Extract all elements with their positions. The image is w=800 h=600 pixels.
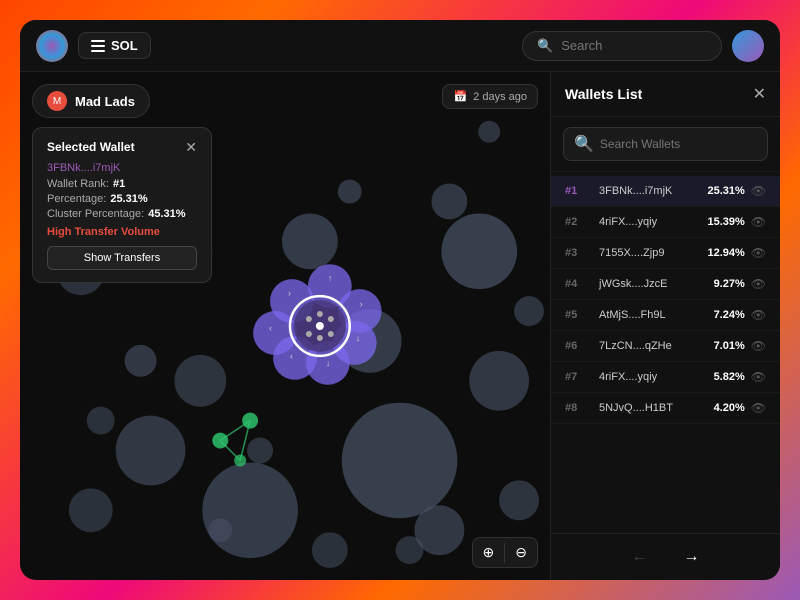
wallet-rank: #4: [565, 278, 593, 290]
wallet-rank: #7: [565, 371, 593, 383]
wallet-percentage: 4.20%: [703, 402, 745, 414]
wallet-search-bar[interactable]: 🔍: [563, 127, 768, 161]
svg-text:›: ›: [288, 288, 291, 298]
prev-page-button[interactable]: ←: [624, 544, 656, 570]
wallet-address: 5NJvQ....H1BT: [593, 402, 703, 414]
panel-pagination: ← →: [551, 533, 780, 580]
eye-icon[interactable]: 👁: [751, 339, 766, 353]
app-container: SOL 🔍 M Mad Lads 📅 2 days ago: [20, 20, 780, 580]
panel-search-area: 🔍: [551, 117, 780, 172]
wallet-list-item[interactable]: #1 3FBNk....i7mjK 25.31% 👁: [551, 176, 780, 207]
wallet-percentage: 7.24%: [703, 309, 745, 321]
wallet-address: 4riFX....yqiy: [593, 216, 703, 228]
wallet-percentage: 9.27%: [703, 278, 745, 290]
wallet-address: 3FBNk....i7mjK: [593, 185, 703, 197]
zoom-in-button[interactable]: ⊕: [473, 538, 505, 567]
eye-icon[interactable]: 👁: [751, 401, 766, 415]
panel-header: Wallets List ✕: [551, 72, 780, 117]
eye-icon[interactable]: 👁: [751, 184, 766, 198]
global-search-bar[interactable]: 🔍: [522, 31, 722, 61]
wallet-list-item[interactable]: #8 5NJvQ....H1BT 4.20% 👁: [551, 393, 780, 424]
rank-value: #1: [113, 178, 125, 190]
main-area: M Mad Lads 📅 2 days ago Selected Wallet …: [20, 72, 780, 580]
wallet-address: 7155X....Zjp9: [593, 247, 703, 259]
wallet-address: 4riFX....yqiy: [593, 371, 703, 383]
collection-icon: M: [47, 91, 67, 111]
avatar[interactable]: [732, 30, 764, 62]
eye-icon[interactable]: 👁: [751, 370, 766, 384]
header-right: 🔍: [522, 30, 764, 62]
cluster-value: 45.31%: [148, 208, 185, 220]
wallet-rank: #2: [565, 216, 593, 228]
wallet-rank: #1: [565, 185, 593, 197]
wallets-panel: Wallets List ✕ 🔍 #1 3FBNk....i7mjK 25.31…: [550, 72, 780, 580]
wallet-percentage: 7.01%: [703, 340, 745, 352]
wallet-search-input[interactable]: [600, 137, 757, 151]
svg-text:›: ›: [360, 299, 363, 309]
show-transfers-button[interactable]: Show Transfers: [47, 246, 197, 270]
svg-text:‹: ‹: [290, 351, 293, 361]
svg-text:↑: ↑: [328, 273, 332, 283]
next-page-button[interactable]: →: [676, 544, 708, 570]
wallet-address: AtMjS....Fh9L: [593, 309, 703, 321]
wallet-percentage: 12.94%: [703, 247, 745, 259]
svg-text:↓: ↓: [326, 358, 330, 368]
high-transfer-label: High Transfer Volume: [47, 226, 197, 238]
canvas-area: M Mad Lads 📅 2 days ago Selected Wallet …: [20, 72, 550, 580]
time-label: 2 days ago: [473, 91, 527, 103]
wallet-list-item[interactable]: #7 4riFX....yqiy 5.82% 👁: [551, 362, 780, 393]
popup-rank-row: Wallet Rank: #1: [47, 178, 197, 190]
panel-title: Wallets List: [565, 86, 642, 102]
eye-icon[interactable]: 👁: [751, 277, 766, 291]
eye-icon[interactable]: 👁: [751, 246, 766, 260]
popup-title: Selected Wallet: [47, 140, 135, 154]
popup-header: Selected Wallet ✕: [47, 140, 197, 154]
popup-cluster-row: Cluster Percentage: 45.31%: [47, 208, 197, 220]
collection-name: Mad Lads: [75, 94, 135, 109]
wallet-list-item[interactable]: #4 jWGsk....JzcE 9.27% 👁: [551, 269, 780, 300]
collection-badge[interactable]: M Mad Lads: [32, 84, 150, 118]
eye-icon[interactable]: 👁: [751, 215, 766, 229]
wallet-rank: #3: [565, 247, 593, 259]
rank-label: Wallet Rank:: [47, 178, 109, 190]
hamburger-icon: [91, 40, 105, 52]
search-icon: 🔍: [574, 134, 594, 154]
search-input[interactable]: [561, 38, 707, 53]
wallet-percentage: 25.31%: [703, 185, 745, 197]
wallet-percentage: 5.82%: [703, 371, 745, 383]
panel-close-button[interactable]: ✕: [753, 84, 766, 104]
sol-label: SOL: [111, 38, 138, 53]
sol-menu-button[interactable]: SOL: [78, 32, 151, 59]
header: SOL 🔍: [20, 20, 780, 72]
wallet-list-item[interactable]: #2 4riFX....yqiy 15.39% 👁: [551, 207, 780, 238]
cluster-label: Cluster Percentage:: [47, 208, 144, 220]
wallet-list-item[interactable]: #5 AtMjS....Fh9L 7.24% 👁: [551, 300, 780, 331]
wallet-rank: #5: [565, 309, 593, 321]
popup-close-button[interactable]: ✕: [185, 140, 197, 154]
header-left: SOL: [36, 30, 151, 62]
calendar-icon: 📅: [453, 90, 467, 103]
svg-text:↓: ↓: [356, 333, 360, 343]
zoom-out-button[interactable]: ⊖: [505, 538, 537, 567]
wallet-list-item[interactable]: #3 7155X....Zjp9 12.94% 👁: [551, 238, 780, 269]
pct-value: 25.31%: [110, 193, 147, 205]
popup-address: 3FBNk....i7mjK: [47, 162, 197, 174]
wallet-percentage: 15.39%: [703, 216, 745, 228]
search-icon: 🔍: [537, 38, 553, 54]
eye-icon[interactable]: 👁: [751, 308, 766, 322]
time-badge: 📅 2 days ago: [442, 84, 538, 109]
svg-text:‹: ‹: [269, 323, 272, 333]
wallet-address: jWGsk....JzcE: [593, 278, 703, 290]
pct-label: Percentage:: [47, 193, 106, 205]
wallet-popup: Selected Wallet ✕ 3FBNk....i7mjK Wallet …: [32, 127, 212, 283]
wallet-rank: #6: [565, 340, 593, 352]
wallet-list: #1 3FBNk....i7mjK 25.31% 👁 #2 4riFX....y…: [551, 172, 780, 533]
popup-pct-row: Percentage: 25.31%: [47, 193, 197, 205]
zoom-controls: ⊕ ⊖: [472, 537, 538, 568]
wallet-list-item[interactable]: #6 7LzCN....qZHe 7.01% 👁: [551, 331, 780, 362]
logo-icon: [36, 30, 68, 62]
wallet-rank: #8: [565, 402, 593, 414]
wallet-address: 7LzCN....qZHe: [593, 340, 703, 352]
